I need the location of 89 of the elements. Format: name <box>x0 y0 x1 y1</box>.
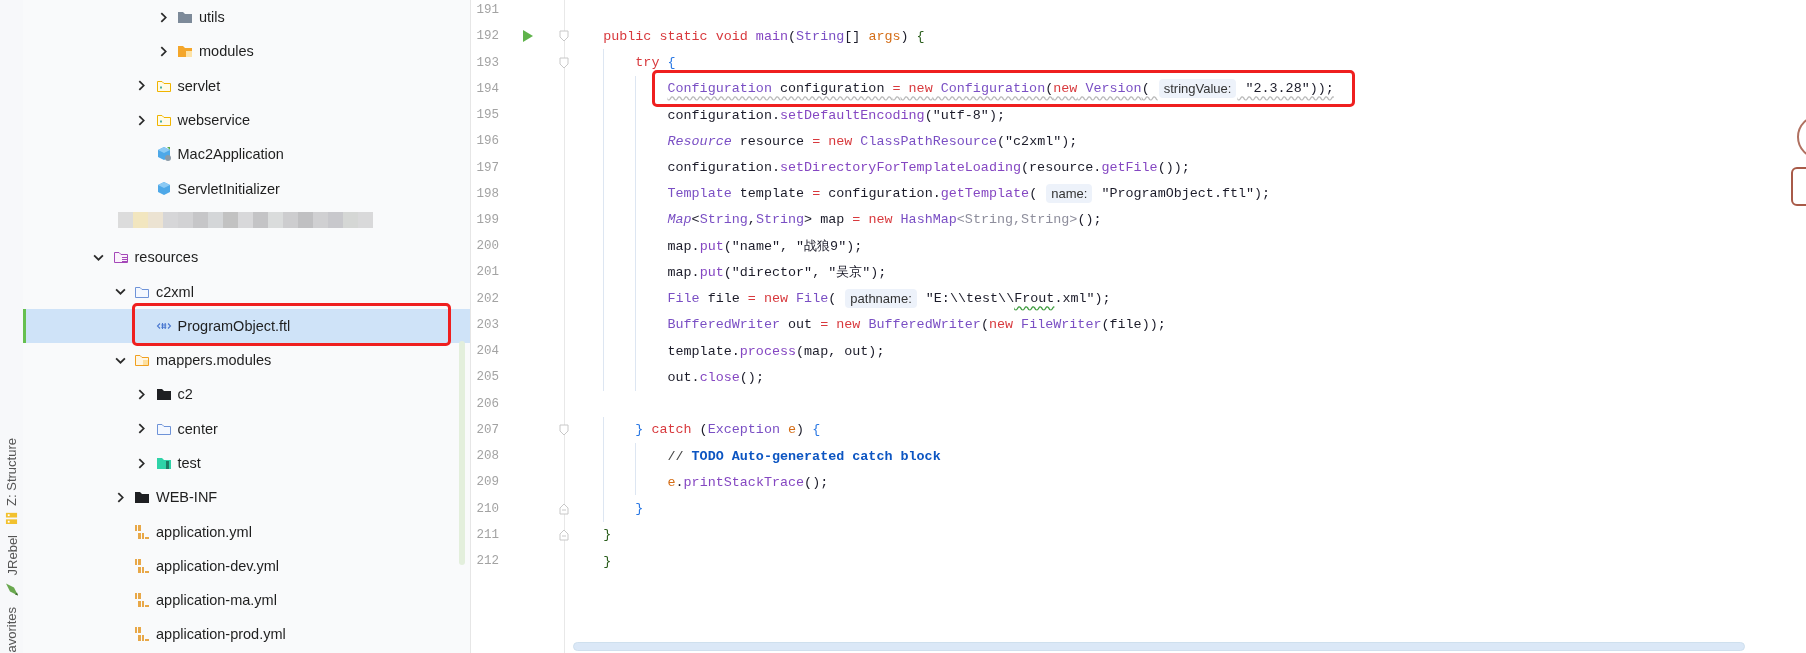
code-text: "ProgramObject.ftl"); <box>1100 186 1271 202</box>
tree-item[interactable]: servlet <box>23 68 470 103</box>
tree-item[interactable]: application-ma.yml <box>23 583 470 618</box>
code-text: } <box>635 501 644 517</box>
line-number: 207 <box>475 422 499 437</box>
chevron-icon[interactable] <box>136 423 147 435</box>
folder-icon <box>177 9 193 26</box>
tree-item[interactable]: c2xml <box>23 274 470 309</box>
parameter-hint: pathname: <box>845 289 917 309</box>
line-number: 206 <box>475 396 499 411</box>
line-number: 208 <box>475 449 499 464</box>
code-text: Map<String,String> map = new HashMap<String,String>(); <box>667 212 1102 228</box>
parameter-hint: stringValue: <box>1158 79 1237 99</box>
tree-item[interactable]: utils <box>23 0 470 35</box>
tree-item[interactable]: ServletInitializer <box>23 171 470 206</box>
code-text: Resource resource = new ClassPathResource("c2xml"); <box>667 133 1078 149</box>
line-number: 209 <box>475 475 499 490</box>
line-number: 200 <box>475 239 499 254</box>
code-text: "2.3.28")); <box>1244 81 1334 97</box>
code-text: template.process(map, out); <box>667 343 885 359</box>
tree-item[interactable]: Mac2Application <box>23 137 470 172</box>
tree-item[interactable]: application.yml <box>23 514 470 549</box>
parameter-hint: name: <box>1046 184 1093 204</box>
code-text: } <box>603 553 612 569</box>
tree-item[interactable]: ProgramObject.ftl <box>23 308 470 343</box>
tree-item[interactable]: webservice <box>23 102 470 138</box>
chevron-icon[interactable] <box>136 457 147 469</box>
code-text: BufferedWriter out = new BufferedWriter(new FileWriter(file)); <box>667 317 1166 333</box>
line-number: 197 <box>475 160 499 175</box>
code-text: map.put("name", "战狼9"); <box>667 238 863 256</box>
chevron-icon[interactable] <box>136 80 147 92</box>
line-number: 194 <box>475 81 499 96</box>
tool-window-tab[interactable]: Z: Structure <box>4 438 19 525</box>
cube-icon <box>155 180 172 197</box>
line-number: 205 <box>475 370 499 385</box>
line-number: 203 <box>475 317 499 332</box>
code-text: // TODO Auto-generated catch block <box>667 448 941 464</box>
line-number: 202 <box>475 291 499 306</box>
line-number: 193 <box>475 55 499 70</box>
module-folder-icon <box>177 43 193 60</box>
chevron-icon[interactable] <box>136 114 147 126</box>
line-number: 210 <box>475 501 499 516</box>
folder-icon <box>155 386 172 403</box>
tree-item[interactable]: application-dev.yml <box>23 548 470 584</box>
line-number: 212 <box>475 554 499 569</box>
line-number: 204 <box>475 344 499 359</box>
code-text: out.close(); <box>667 369 764 385</box>
code-text: Configuration configuration = new Configuration(new Version( <box>667 81 1151 97</box>
scrollbar[interactable] <box>459 341 465 565</box>
code-text: try { <box>635 55 676 71</box>
line-number: 201 <box>475 265 499 280</box>
code-text: "E:\\test\\Frout.xml"); <box>924 291 1111 307</box>
chevron-icon[interactable] <box>114 286 126 297</box>
tree-item[interactable]: application-prod.yml <box>23 617 470 652</box>
line-number: 211 <box>475 527 499 542</box>
tool-window-tab[interactable]: JRebel <box>3 535 20 598</box>
tree-item[interactable]: WEB-INF <box>23 480 470 515</box>
code-text: } <box>603 527 612 543</box>
line-number: 191 <box>475 3 499 18</box>
code-text: e.printStackTrace(); <box>667 474 829 490</box>
code-text: } catch (Exception e) { <box>635 422 821 438</box>
code-text: configuration.setDirectoryForTemplateLoading(resource.getFile()); <box>667 160 1190 175</box>
tool-window-tab[interactable]: avorites <box>4 607 19 653</box>
folder-icon <box>134 489 150 506</box>
line-number: 199 <box>475 213 499 227</box>
code-text: public static void main(String[] args) { <box>603 28 925 44</box>
line-number: 196 <box>475 134 499 149</box>
code-text: map.put("director", "吴京"); <box>667 264 887 282</box>
structure-icon <box>5 512 18 525</box>
code-text: configuration.setDefaultEncoding("utf-8"); <box>667 107 1005 123</box>
folder-icon <box>134 352 150 369</box>
line-number: 195 <box>475 108 499 123</box>
tree-item[interactable]: resources <box>23 240 470 275</box>
run-icon[interactable] <box>522 29 534 44</box>
cube-icon <box>155 146 172 163</box>
line-number: 198 <box>475 186 499 201</box>
scrollbar[interactable] <box>573 642 1745 651</box>
package-folder-icon <box>155 112 172 129</box>
tree-item[interactable]: center <box>23 411 470 446</box>
tree-item[interactable]: test <box>23 445 470 481</box>
resources-folder-icon <box>112 249 129 266</box>
tree-item[interactable]: c2 <box>23 377 470 412</box>
code-text: Template template = configuration.getTemplate( <box>667 186 1039 202</box>
code-text: File file = new File( <box>667 291 838 307</box>
tree-item[interactable]: mappers.modules <box>23 342 470 378</box>
tree-item[interactable]: modules <box>23 34 470 69</box>
chevron-icon[interactable] <box>136 388 147 400</box>
line-number: 192 <box>475 29 499 44</box>
folder-icon <box>155 455 172 471</box>
